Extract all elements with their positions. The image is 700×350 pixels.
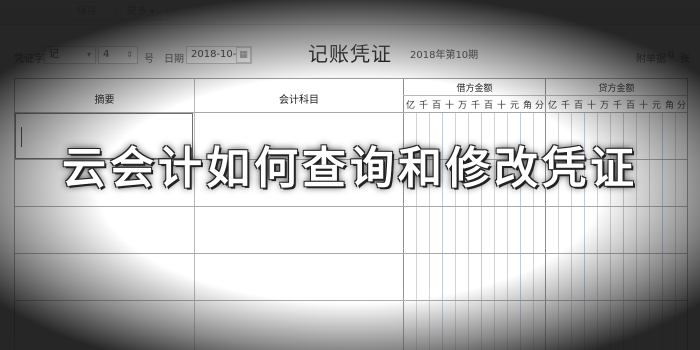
digit-label: 十 (638, 101, 648, 111)
column-divider (545, 79, 546, 350)
summary-input-row-3[interactable] (15, 207, 194, 253)
attachments-label: 附单据 (636, 54, 666, 65)
digit-label: 千 (560, 101, 570, 111)
attachments-count[interactable]: 0 (668, 50, 674, 61)
save-button-label: 保存 (77, 6, 97, 17)
digit-label: 千 (612, 101, 622, 111)
column-header-credit: 贷方金额 (598, 84, 635, 94)
digit-label: 亿 (405, 101, 415, 111)
voucher-screen: 保存 更多 ▾ 凭证字 记 ▾ 4 ⇕ 号 日期 2018-10-16 ▦ 记账凭… (0, 0, 700, 350)
banner-title: 云会计如何查询和修改凭证 (62, 143, 638, 194)
column-header-debit: 借方金额 (456, 84, 493, 94)
account-input-row-3[interactable] (195, 207, 403, 253)
digit-label: 元 (509, 101, 519, 111)
save-button[interactable]: 保存 (70, 2, 116, 20)
voucher-entry-table: 摘要 会计科目 借方金额 贷方金额 亿 千 百 十 万 千 百 十 元 角 分 … (14, 78, 688, 350)
digit-label: 百 (431, 101, 441, 111)
digit-label: 万 (457, 101, 467, 111)
digit-label: 万 (599, 101, 609, 111)
summary-input-row-4[interactable] (15, 254, 194, 300)
column-header-account: 会计科目 (279, 95, 319, 106)
more-menu-label: 更多 (127, 6, 147, 17)
digit-label: 分 (676, 101, 686, 111)
digit-label: 元 (651, 101, 661, 111)
account-input-row-4[interactable] (195, 254, 403, 300)
attachments-suffix: 张 (680, 54, 690, 65)
digit-label: 百 (625, 101, 635, 111)
column-header-summary: 摘要 (94, 95, 115, 106)
digit-label: 分 (534, 101, 544, 111)
column-divider (403, 79, 404, 350)
more-menu-button[interactable]: 更多 ▾ (120, 2, 168, 20)
digit-label: 百 (483, 101, 493, 111)
toolbar: 保存 更多 ▾ (0, 0, 700, 25)
digit-label: 千 (418, 101, 428, 111)
chevron-down-icon: ▾ (150, 7, 155, 16)
accounting-period: 2018年第10期 (410, 50, 479, 61)
digit-label: 十 (444, 101, 454, 111)
page-title: 记账凭证 (308, 42, 392, 66)
digit-label: 亿 (547, 101, 557, 111)
digit-label: 千 (470, 101, 480, 111)
digit-label: 十 (586, 101, 596, 111)
digit-label: 百 (573, 101, 583, 111)
digit-label: 十 (496, 101, 506, 111)
